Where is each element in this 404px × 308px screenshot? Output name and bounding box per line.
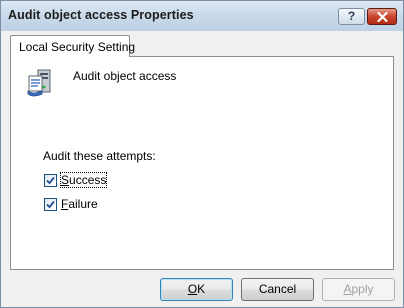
help-button-label: ? (347, 9, 356, 23)
dialog-body: Local Security Setting Audit object acce… (1, 31, 403, 307)
cancel-button[interactable]: Cancel (241, 278, 314, 301)
dialog-title: Audit object access Properties (8, 8, 194, 22)
apply-button[interactable]: Apply (322, 278, 395, 301)
ok-mnemonic: O (187, 282, 198, 296)
ok-label-rest: K (197, 282, 206, 296)
tab-local-security-setting[interactable]: Local Security Setting (10, 35, 135, 57)
success-mnemonic: S (61, 173, 70, 187)
title-bar[interactable]: Audit object access Properties ? (1, 1, 403, 31)
close-icon (377, 12, 388, 22)
audit-attempts-label: Audit these attempts: (43, 149, 156, 163)
ok-button[interactable]: OK (160, 278, 233, 301)
checkmark-icon (46, 200, 55, 209)
failure-checkbox[interactable] (44, 198, 57, 211)
success-label[interactable]: Success (59, 172, 108, 188)
properties-dialog: Audit object access Properties ? Local S… (0, 0, 404, 308)
success-checkbox[interactable] (44, 174, 57, 187)
cancel-label: Cancel (258, 282, 297, 296)
audit-policy-icon (27, 69, 51, 97)
policy-name: Audit object access (73, 69, 177, 83)
help-button[interactable]: ? (338, 8, 365, 25)
tab-label: Local Security Setting (19, 40, 136, 54)
apply-mnemonic: A (343, 282, 352, 296)
failure-label-rest: ailure (68, 197, 98, 211)
success-label-rest: uccess (69, 173, 107, 187)
failure-label[interactable]: Failure (61, 197, 98, 211)
tab-panel: Audit object access Audit these attempts… (10, 56, 394, 270)
checkmark-icon (46, 176, 55, 185)
close-button[interactable] (367, 8, 397, 25)
apply-label-rest: pply (351, 282, 374, 296)
